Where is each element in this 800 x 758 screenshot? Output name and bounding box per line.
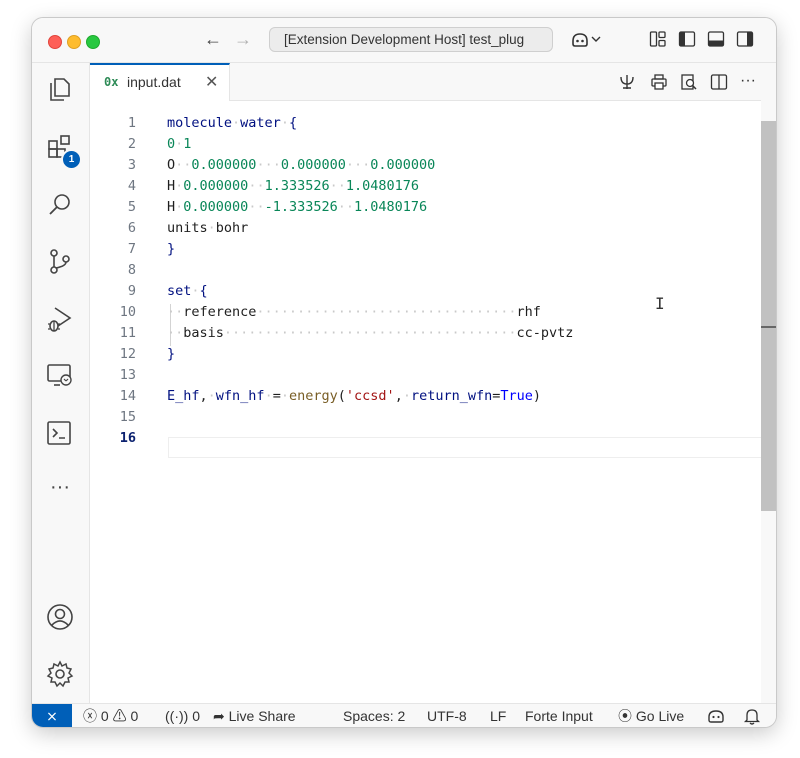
text-cursor-icon: I bbox=[655, 294, 665, 313]
line-number: 2 bbox=[127, 136, 136, 152]
vscode-window: ← → [Extension Development Host] test_pl… bbox=[32, 18, 776, 727]
line-number: 5 bbox=[127, 199, 136, 215]
back-arrow-icon[interactable]: ← bbox=[204, 29, 222, 50]
search-icon[interactable] bbox=[46, 191, 74, 219]
line-number: 7 bbox=[127, 241, 136, 257]
code-line: ··reference·····························… bbox=[167, 304, 541, 320]
title-bar: ← → [Extension Development Host] test_pl… bbox=[32, 18, 776, 63]
scrollbar-thumb[interactable] bbox=[761, 121, 776, 511]
line-number: 14 bbox=[119, 388, 136, 404]
code-line: H·0.000000··1.333526··1.0480176 bbox=[167, 178, 420, 194]
copilot-icon[interactable] bbox=[570, 29, 602, 47]
remote-explorer-icon[interactable] bbox=[46, 361, 74, 389]
split-editor-icon[interactable] bbox=[710, 73, 728, 91]
ports-count: 0 bbox=[192, 708, 200, 724]
run-debug-icon[interactable] bbox=[46, 305, 74, 333]
forward-arrow-icon[interactable]: → bbox=[234, 29, 252, 50]
terminal-icon[interactable] bbox=[46, 419, 74, 447]
language-mode-indicator[interactable]: Forte Input bbox=[525, 707, 593, 725]
live-share-label: Live Share bbox=[228, 708, 296, 724]
printer-icon[interactable] bbox=[650, 73, 668, 91]
broadcast-icon: ((·)) bbox=[165, 708, 189, 724]
tab-bar: 0x input.dat ✕ ··· bbox=[90, 63, 776, 101]
toggle-secondary-sidebar-icon[interactable] bbox=[736, 30, 754, 48]
find-in-page-icon[interactable] bbox=[680, 73, 698, 91]
tab-label: input.dat bbox=[127, 74, 181, 90]
go-live-label: Go Live bbox=[635, 708, 685, 724]
code-line: molecule·water·{ bbox=[167, 115, 298, 131]
code-line: O··0.000000···0.000000···0.000000 bbox=[167, 157, 436, 173]
line-number: 6 bbox=[127, 220, 136, 236]
eol-indicator[interactable]: LF bbox=[490, 707, 506, 725]
activity-bar: 1 ··· bbox=[32, 63, 90, 703]
line-number: 1 bbox=[127, 115, 136, 131]
code-line: H·0.000000··-1.333526··1.0480176 bbox=[167, 199, 428, 215]
command-center[interactable]: [Extension Development Host] test_plug bbox=[269, 27, 553, 52]
code-line: E_hf,·wfn_hf·=·energy('ccsd',·return_wfn… bbox=[167, 388, 542, 404]
copilot-status-icon[interactable] bbox=[707, 707, 725, 725]
code-line: ··basis·································… bbox=[167, 325, 574, 341]
source-control-icon[interactable] bbox=[46, 247, 74, 275]
code-line: } bbox=[167, 241, 176, 257]
indentation-indicator[interactable]: Spaces: 2 bbox=[343, 707, 405, 725]
tab-input-dat[interactable]: 0x input.dat ✕ bbox=[90, 63, 230, 101]
customize-layout-icon[interactable] bbox=[649, 30, 667, 48]
code-line: set·{ bbox=[167, 283, 208, 299]
explorer-icon[interactable] bbox=[46, 75, 74, 103]
settings-gear-icon[interactable] bbox=[46, 660, 74, 688]
line-number: 11 bbox=[119, 325, 136, 341]
signal-icon: ⦿ bbox=[618, 708, 632, 724]
line-number: 3 bbox=[127, 157, 136, 173]
line-number: 12 bbox=[119, 346, 136, 362]
warning-icon: ⚠ bbox=[112, 708, 127, 724]
line-number: 4 bbox=[127, 178, 136, 194]
error-count: 0 bbox=[100, 708, 109, 724]
notifications-bell-icon[interactable] bbox=[743, 707, 761, 725]
remote-indicator-icon[interactable]: ⨯ bbox=[32, 704, 72, 727]
live-share-button[interactable]: ➦ Live Share bbox=[213, 707, 296, 725]
line-number: 15 bbox=[119, 409, 136, 425]
close-icon[interactable]: ✕ bbox=[205, 72, 218, 92]
close-window-button[interactable] bbox=[48, 35, 62, 49]
line-number: 16 bbox=[119, 430, 136, 446]
warning-count: 0 bbox=[130, 708, 139, 724]
code-line: units·bohr bbox=[167, 220, 249, 236]
window-title: [Extension Development Host] test_plug bbox=[284, 32, 525, 47]
line-number: 10 bbox=[119, 304, 136, 320]
file-type-icon: 0x bbox=[104, 75, 119, 89]
psi-icon[interactable] bbox=[618, 73, 636, 91]
editor-area: 0x input.dat ✕ ··· 1 2 3 4 5 6 7 8 9 10 11 12 13 14 15… bbox=[90, 63, 776, 703]
zoom-window-button[interactable] bbox=[86, 35, 100, 49]
line-number: 13 bbox=[119, 367, 136, 383]
more-actions-icon[interactable]: ··· bbox=[740, 73, 758, 91]
line-number: 9 bbox=[127, 283, 136, 299]
more-icon[interactable]: ··· bbox=[46, 473, 74, 501]
encoding-indicator[interactable]: UTF-8 bbox=[427, 707, 467, 725]
toggle-panel-icon[interactable] bbox=[707, 30, 725, 48]
accounts-icon[interactable] bbox=[46, 603, 74, 631]
problems-indicator[interactable]: ⓧ 0 ⚠ 0 bbox=[83, 707, 138, 725]
extensions-badge: 1 bbox=[61, 149, 82, 170]
go-live-button[interactable]: ⦿ Go Live bbox=[618, 707, 684, 725]
line-number: 8 bbox=[127, 262, 136, 278]
scrollbar-cursor-marker bbox=[761, 326, 776, 328]
code-line: 0·1 bbox=[167, 136, 192, 152]
current-line-highlight bbox=[168, 437, 776, 458]
error-icon: ⓧ bbox=[83, 708, 97, 724]
live-share-icon: ➦ bbox=[213, 708, 225, 724]
status-bar: ⨯ ⓧ 0 ⚠ 0 ((·)) 0 ➦ Live Share Spaces: 2… bbox=[32, 703, 776, 727]
code-line: } bbox=[167, 346, 176, 362]
minimize-window-button[interactable] bbox=[67, 35, 81, 49]
ports-indicator[interactable]: ((·)) 0 bbox=[165, 707, 200, 725]
toggle-primary-sidebar-icon[interactable] bbox=[678, 30, 696, 48]
